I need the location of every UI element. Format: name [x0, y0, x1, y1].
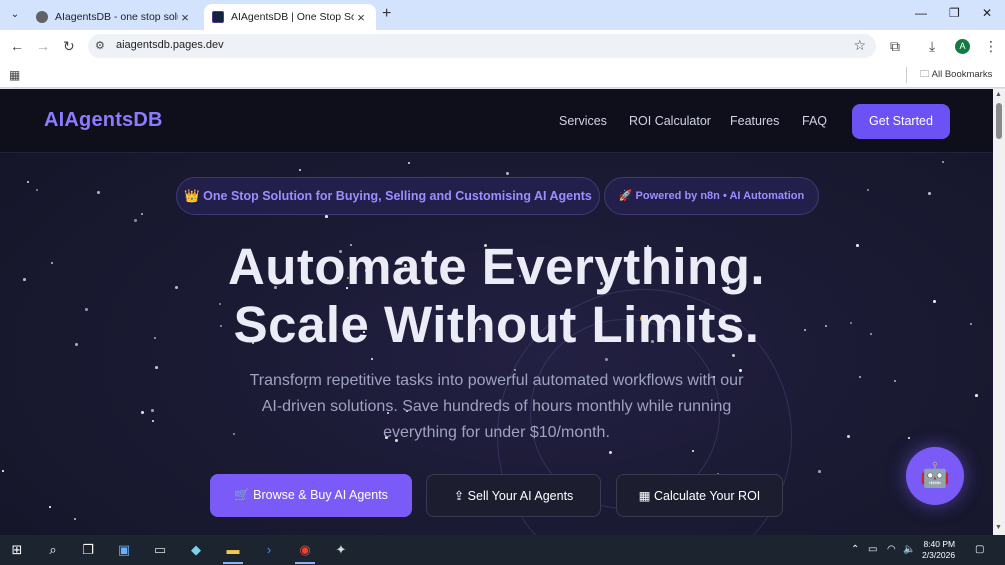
chrome-icon[interactable]: ◉	[296, 541, 314, 559]
notification-icon[interactable]: ▢	[975, 544, 984, 555]
nav-services[interactable]: Services	[559, 114, 607, 128]
sell-agents-button[interactable]: ⇪ Sell Your AI Agents	[426, 474, 601, 517]
minimize-button[interactable]: —	[915, 6, 927, 20]
star-decoration	[134, 219, 138, 223]
nav-roi-calculator[interactable]: ROI Calculator	[629, 114, 711, 128]
star-decoration	[975, 394, 978, 397]
star-decoration	[27, 181, 30, 184]
app-icon[interactable]: ▣	[115, 541, 133, 559]
star-decoration	[506, 172, 510, 176]
back-button[interactable]: ←	[10, 38, 24, 54]
star-decoration	[818, 470, 821, 473]
hero-subtitle-line3: everything for under $10/month.	[383, 424, 610, 441]
close-tab-icon[interactable]: ×	[178, 10, 192, 25]
tab-title: AIagentsDB - one stop solution	[55, 11, 178, 23]
search-icon[interactable]: ⌕	[44, 541, 62, 559]
divider	[906, 67, 907, 83]
star-decoration	[942, 161, 945, 164]
site-header: AIAgentsDB Services ROI Calculator Featu…	[0, 89, 993, 153]
wifi-icon[interactable]: ◠	[887, 544, 896, 555]
bookmarks-bar: ▦ 🗀 All Bookmarks	[0, 62, 1005, 88]
windows-start-icon[interactable]: ⊞	[8, 541, 26, 559]
address-bar[interactable]: ⚙ aiagentsdb.pages.dev ☆	[88, 34, 876, 58]
clock-time: 8:40 PM	[923, 539, 956, 549]
apps-grid-icon[interactable]: ▦	[9, 68, 20, 82]
hero-title-line2: Scale Without Limits.	[233, 296, 760, 353]
star-decoration	[49, 506, 51, 508]
star-decoration	[408, 162, 411, 165]
profile-avatar[interactable]: A	[955, 39, 970, 54]
scrollbar-thumb[interactable]	[996, 103, 1002, 139]
windows-taskbar: ⊞ ⌕ ❐ ▣ ▭ ◆ ▬ › ◉ ✦ ⌃ ▭ ◠ 🔈 8:40 PM 2/3/…	[0, 535, 1005, 565]
battery-icon[interactable]: ▭	[868, 544, 877, 555]
forward-button[interactable]: →	[36, 38, 50, 54]
tab-strip: ⌄ AIagentsDB - one stop solution × AIAge…	[0, 0, 1005, 30]
star-decoration	[155, 366, 158, 369]
star-decoration	[299, 169, 301, 171]
file-explorer-icon[interactable]: ▬	[224, 541, 242, 559]
tab-search-icon[interactable]: ⌄	[6, 6, 24, 24]
download-icon[interactable]: ⤓	[929, 38, 935, 55]
terminal-icon[interactable]: ▭	[151, 541, 169, 559]
browse-buy-agents-button[interactable]: 🛒 Browse & Buy AI Agents	[210, 474, 412, 517]
powershell-icon[interactable]: ›	[260, 541, 278, 559]
star-decoration	[141, 213, 143, 215]
star-decoration	[74, 518, 77, 521]
tab-title: AIAgentsDB | One Stop Solution	[231, 11, 354, 23]
tab-aiagentsdb-inactive[interactable]: AIagentsDB - one stop solution ×	[28, 4, 200, 30]
hero-title-line1: Automate Everything.	[227, 238, 766, 295]
new-tab-button[interactable]: +	[382, 5, 391, 23]
tagline-badge: 👑 One Stop Solution for Buying, Selling …	[176, 177, 600, 215]
site-info-icon[interactable]: ⚙	[95, 39, 105, 52]
star-decoration	[371, 358, 374, 361]
star-decoration	[928, 192, 931, 195]
web-page: AIAgentsDB Services ROI Calculator Featu…	[0, 89, 993, 535]
url-text[interactable]: aiagentsdb.pages.dev	[116, 39, 224, 51]
hero-subtitle-line1: Transform repetitive tasks into powerful…	[249, 372, 744, 389]
extensions-icon[interactable]: ⧉	[890, 38, 900, 55]
globe-icon	[36, 11, 48, 23]
chevron-up-icon[interactable]: ⌃	[851, 544, 859, 555]
menu-icon[interactable]: ⋮	[984, 38, 998, 55]
page-scrollbar[interactable]: ▲ ▼	[993, 89, 1005, 535]
system-clock[interactable]: 8:40 PM 2/3/2026	[922, 539, 955, 561]
scroll-up-arrow-icon[interactable]: ▲	[995, 91, 1002, 98]
all-bookmarks-button[interactable]: 🗀 All Bookmarks	[920, 67, 992, 83]
star-decoration	[325, 215, 328, 218]
star-decoration	[514, 369, 516, 371]
scroll-down-arrow-icon[interactable]: ▼	[995, 524, 1002, 531]
active-indicator	[295, 562, 315, 564]
close-window-button[interactable]: ✕	[982, 6, 992, 20]
nav-features[interactable]: Features	[730, 114, 779, 128]
nav-faq[interactable]: FAQ	[802, 114, 827, 128]
star-decoration	[36, 189, 38, 191]
folder-icon: 🗀	[920, 69, 932, 80]
task-view-icon[interactable]: ❐	[79, 541, 97, 559]
bookmark-star-icon[interactable]: ☆	[853, 37, 866, 54]
powered-by-badge: 🚀 Powered by n8n • AI Automation	[604, 177, 819, 215]
hero-subtitle-line2: AI-driven solutions. Save hundreds of ho…	[261, 398, 732, 415]
reload-button[interactable]: ↻	[63, 38, 75, 55]
restore-button[interactable]: ❐	[949, 6, 960, 20]
clock-date: 2/3/2026	[922, 550, 956, 560]
browser-toolbar: ← → ↻ ⚙ aiagentsdb.pages.dev ☆ ⧉ ⤓ ⋮	[0, 30, 1005, 62]
active-indicator	[223, 562, 243, 564]
get-started-button[interactable]: Get Started	[852, 104, 950, 139]
app-icon[interactable]: ✦	[332, 541, 350, 559]
app-icon[interactable]: ◆	[187, 541, 205, 559]
site-logo[interactable]: AIAgentsDB	[44, 109, 163, 132]
star-decoration	[867, 189, 869, 191]
calculate-roi-button[interactable]: ▦ Calculate Your ROI	[616, 474, 783, 517]
tab-aiagentsdb-active[interactable]: AIAgentsDB | One Stop Solution ×	[204, 4, 376, 30]
volume-icon[interactable]: 🔈	[903, 544, 915, 555]
site-favicon-icon	[212, 11, 224, 23]
star-decoration	[97, 191, 100, 194]
close-tab-icon[interactable]: ×	[354, 10, 368, 25]
robot-icon[interactable]: 🤖	[906, 447, 964, 505]
star-decoration	[2, 470, 4, 472]
star-decoration	[152, 420, 154, 422]
